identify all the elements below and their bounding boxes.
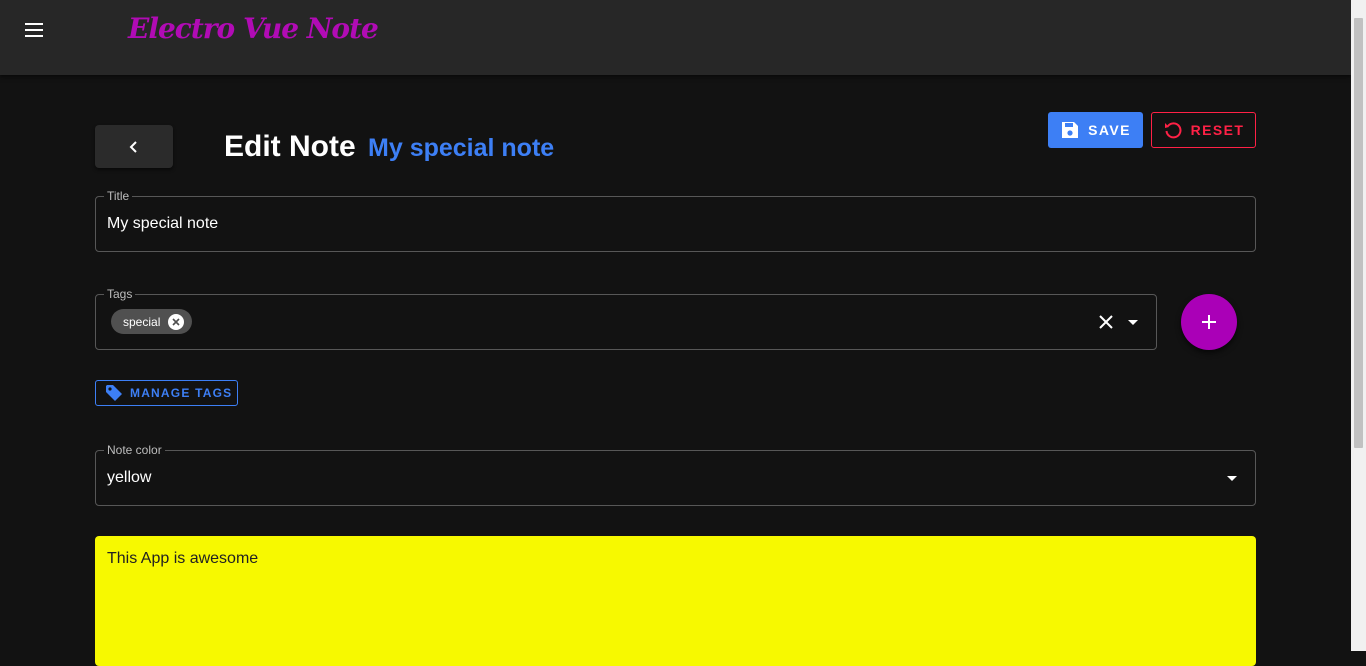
clear-tags-button[interactable] — [1096, 312, 1116, 332]
app-title: Electro Vue Note — [128, 12, 379, 45]
note-color-select[interactable]: Note color yellow — [95, 443, 1256, 506]
dropdown-arrow-icon[interactable] — [1227, 476, 1237, 481]
close-circle-icon — [172, 317, 180, 326]
note-color-value: yellow — [107, 469, 152, 486]
page-subtitle: My special note — [368, 134, 555, 162]
reset-button[interactable]: RESET — [1151, 112, 1256, 148]
note-content-area[interactable]: This App is awesome — [95, 536, 1256, 666]
close-icon — [1099, 315, 1113, 329]
menu-icon — [25, 23, 43, 37]
manage-tags-button[interactable]: MANAGE TAGS — [95, 380, 238, 406]
scrollbar-thumb[interactable] — [1354, 18, 1363, 448]
save-button[interactable]: SAVE — [1048, 112, 1143, 148]
tags-field-label: Tags — [104, 287, 136, 301]
tags-field[interactable]: Tags special — [95, 287, 1157, 350]
floppy-disk-icon — [1062, 122, 1079, 138]
app-bar: Electro Vue Note — [0, 0, 1351, 75]
title-field[interactable]: Title My special note — [95, 189, 1256, 252]
manage-tags-label: MANAGE TAGS — [130, 386, 233, 400]
page-title-text: Edit Note — [224, 130, 356, 163]
save-button-label: SAVE — [1088, 122, 1131, 138]
page-title: Edit Note My special note — [224, 130, 554, 164]
back-button[interactable] — [95, 125, 173, 168]
add-tag-button[interactable] — [1181, 294, 1237, 350]
tag-chip-label: special — [123, 314, 161, 329]
title-field-label: Title — [104, 189, 133, 203]
tag-chip[interactable]: special — [111, 309, 193, 334]
reset-icon — [1164, 122, 1182, 139]
dropdown-arrow-icon[interactable] — [1128, 320, 1138, 325]
menu-button[interactable] — [14, 12, 54, 48]
note-color-label: Note color — [104, 443, 165, 457]
tag-icon — [106, 385, 122, 401]
chip-remove-button[interactable] — [168, 313, 185, 330]
title-input[interactable]: My special note — [107, 215, 218, 233]
note-content-text[interactable]: This App is awesome — [107, 550, 258, 568]
plus-icon — [1202, 315, 1216, 329]
scrollbar[interactable] — [1351, 0, 1366, 651]
chevron-left-icon — [129, 140, 137, 153]
reset-button-label: RESET — [1190, 122, 1245, 138]
